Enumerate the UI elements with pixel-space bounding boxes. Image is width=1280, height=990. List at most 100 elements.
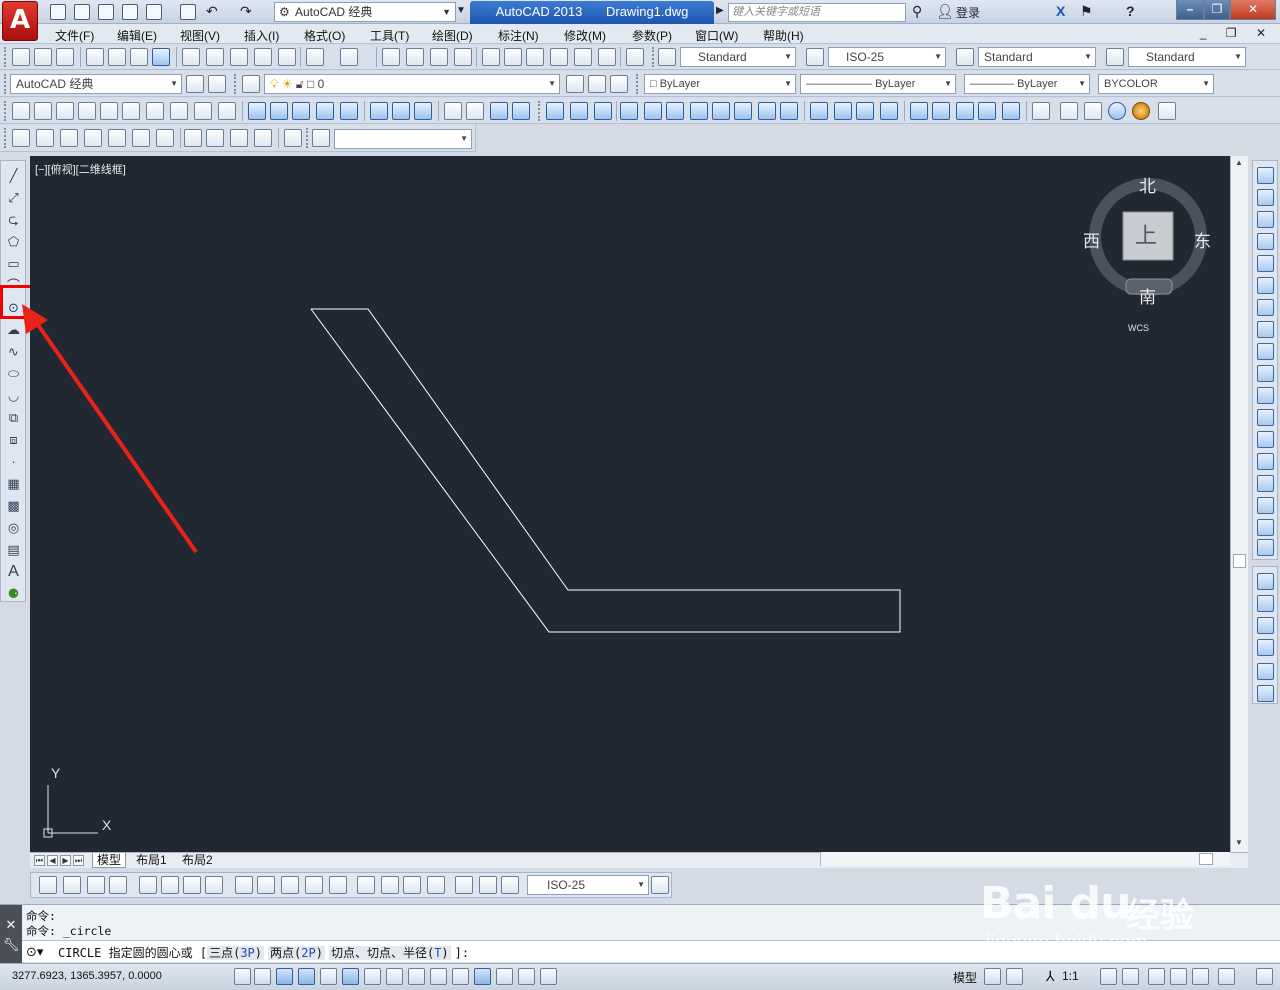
undo-icon[interactable] [306,48,324,66]
open-file-icon[interactable] [74,4,90,20]
wedge-icon[interactable] [56,102,74,120]
scale-icon[interactable] [1257,321,1274,338]
sphere-icon[interactable] [100,102,118,120]
revolve-icon[interactable] [316,102,334,120]
dynamic-input-icon[interactable] [430,968,447,985]
quickcalc-icon[interactable] [598,48,616,66]
help-icon[interactable] [626,48,644,66]
document-window-controls[interactable]: _ ❐ ✕ [1200,26,1274,40]
plot-icon[interactable] [86,48,104,66]
table-style-select[interactable]: Standard [978,47,1096,67]
redo-icon[interactable]: ↷ [240,3,252,20]
save-icon[interactable] [56,48,74,66]
line-icon[interactable]: ╱ [5,167,22,184]
layer-select[interactable]: 💡︎ ☀ 🔓︎ □ 0 [264,74,560,94]
linetype-select[interactable]: —————— ByLayer [800,74,956,94]
solid-subtract-icon[interactable] [570,102,588,120]
cylinder-icon[interactable] [122,102,140,120]
helix-icon[interactable] [194,102,212,120]
visual-style-realistic-icon[interactable] [1108,102,1126,120]
workspace-settings-icon[interactable] [186,75,204,93]
baseline-dim-icon[interactable] [257,876,275,894]
hardware-acceleration-icon[interactable] [1192,968,1209,985]
back-view-icon[interactable] [132,129,150,147]
copy-icon[interactable] [206,48,224,66]
object-snap-icon[interactable] [342,968,359,985]
send-under-icon[interactable] [1257,639,1274,656]
continue-dim-icon[interactable] [281,876,299,894]
close-icon[interactable]: ✕ [0,917,22,933]
qnew-icon[interactable] [12,48,30,66]
right-view-icon[interactable] [84,129,102,147]
union-icon[interactable] [370,102,388,120]
customize-wrench-icon[interactable]: 🔧︎ [0,937,22,953]
array-icon[interactable] [1257,255,1274,272]
jogged-dim-icon[interactable] [161,876,179,894]
top-view-icon[interactable] [12,129,30,147]
erase-icon[interactable] [1257,167,1274,184]
thicken-icon[interactable] [1002,102,1020,120]
option-two-point[interactable]: 两点(2P) [268,946,325,960]
zoom-previous-icon[interactable] [454,48,472,66]
lineweight-select[interactable]: ———— ByLayer [964,74,1090,94]
tolerance-icon[interactable] [357,876,375,894]
transparency-icon[interactable] [474,968,491,985]
left-view-icon[interactable] [60,129,78,147]
menu-modify[interactable]: 修改(M) [564,27,606,44]
maximize-button[interactable]: ❐ [1204,0,1230,20]
tab-layout1[interactable]: 布局1 [132,853,171,868]
command-icon[interactable]: ⊙▾ [26,944,43,960]
visual-style-manager-icon[interactable] [1158,102,1176,120]
join-icon[interactable] [1257,453,1274,470]
clean-screen-icon[interactable] [1256,968,1273,985]
dropdown-arrow-icon[interactable]: ▼ [456,5,466,16]
viewcube-west-label[interactable]: 西 [1083,227,1100,252]
sweep-icon[interactable] [292,102,310,120]
pan-icon[interactable] [382,48,400,66]
loft-icon[interactable] [340,102,358,120]
aligned-dim-icon[interactable] [63,876,81,894]
clean-icon[interactable] [834,102,852,120]
chamfer-icon[interactable] [1257,475,1274,492]
intersect-icon[interactable] [414,102,432,120]
3d-dwf-icon[interactable] [152,48,170,66]
mleader-style-select[interactable]: Standard [1128,47,1246,67]
delete-faces-icon[interactable] [690,102,708,120]
model-space-toggle[interactable]: 模型 [953,969,977,986]
move-icon[interactable] [1257,277,1274,294]
extrude-faces-icon[interactable] [620,102,638,120]
bring-above-icon[interactable] [1257,617,1274,634]
move-faces-icon[interactable] [644,102,662,120]
hscroll-thumb[interactable] [1199,853,1213,865]
front-view-icon[interactable] [108,129,126,147]
annotation-monitor-icon[interactable] [540,968,557,985]
horizontal-scrollbar[interactable] [820,852,1230,866]
text-to-front-icon[interactable] [1257,663,1274,680]
ne-iso-view-icon[interactable] [206,129,224,147]
polysolid-icon[interactable] [12,102,30,120]
visual-style-2d-icon[interactable] [1032,102,1050,120]
toolbar-lock-icon[interactable] [1170,968,1187,985]
rotate-icon[interactable] [1257,299,1274,316]
open-icon[interactable] [34,48,52,66]
plot-preview-icon[interactable] [146,4,162,20]
dynamic-ucs-icon[interactable] [408,968,425,985]
lineweight-display-icon[interactable] [452,968,469,985]
fillet-icon[interactable] [1257,497,1274,514]
menu-file[interactable]: 文件(F) [55,27,94,44]
3d-move-icon[interactable] [444,102,462,120]
scroll-down-arrow-icon[interactable]: ▼ [1235,838,1243,847]
next-tab-arrow-icon[interactable]: ▶ [60,855,71,866]
3d-align-icon[interactable] [490,102,508,120]
menu-tools[interactable]: 工具(T) [370,27,409,44]
menu-help[interactable]: 帮助(H) [763,27,804,44]
dim-update-icon[interactable] [501,876,519,894]
check-icon[interactable] [978,102,996,120]
copy-faces-icon[interactable] [758,102,776,120]
menu-draw[interactable]: 绘图(D) [432,27,473,44]
subtract-icon[interactable] [392,102,410,120]
break-at-point-icon[interactable] [1257,409,1274,426]
diameter-dim-icon[interactable] [183,876,201,894]
menu-format[interactable]: 格式(O) [304,27,345,44]
polygon-icon[interactable]: ⬠ [5,233,22,250]
